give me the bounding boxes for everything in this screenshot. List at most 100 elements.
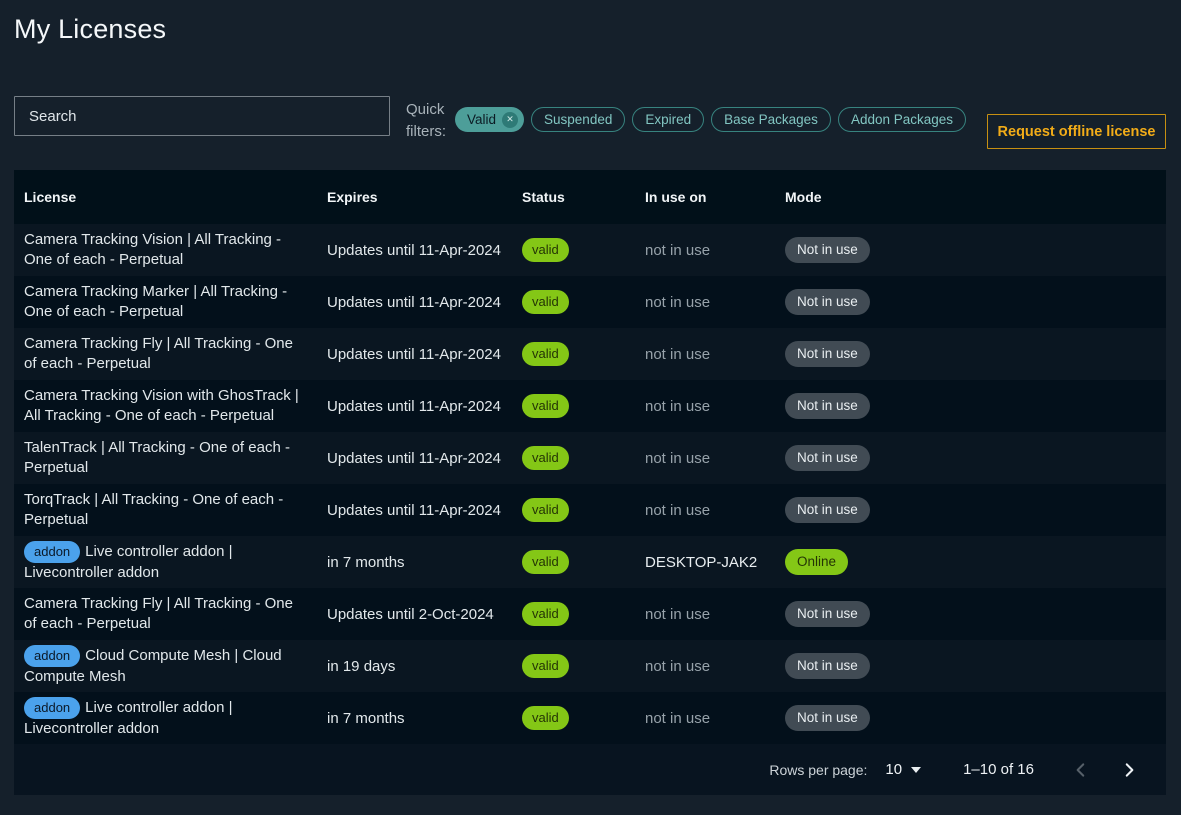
mode-pill[interactable]: Not in use [785,497,870,524]
filter-chip-suspended[interactable]: Suspended [531,107,625,132]
license-cell: Camera Tracking Fly | All Tracking - One… [24,334,327,374]
table-row[interactable]: Camera Tracking Fly | All Tracking - One… [14,588,1166,640]
remove-filter-icon[interactable]: ✕ [502,112,518,128]
mode-cell: Not in use [785,445,1166,472]
filter-chip-valid[interactable]: Valid ✕ [455,107,524,132]
table-header: LicenseExpiresStatusIn use onMode [14,170,1166,224]
search-input[interactable] [14,96,390,136]
status-cell: valid [522,706,645,730]
expires-cell: Updates until 11-Apr-2024 [327,398,522,415]
license-name: Camera Tracking Vision | All Tracking - … [24,231,281,268]
mode-cell: Not in use [785,497,1166,524]
mode-pill[interactable]: Not in use [785,393,870,420]
in-use-on-cell: not in use [645,450,785,467]
my-licenses-page: My Licenses Quick filters: Valid✕Suspend… [0,0,1181,815]
expires-cell: in 19 days [327,658,522,675]
request-offline-license-button[interactable]: Request offline license [987,114,1166,149]
license-name: TalenTrack | All Tracking - One of each … [24,439,290,476]
expires-cell: Updates until 11-Apr-2024 [327,294,522,311]
license-cell: TorqTrack | All Tracking - One of each -… [24,490,327,530]
table-row[interactable]: Camera Tracking Vision | All Tracking - … [14,224,1166,276]
filter-chip-expired[interactable]: Expired [632,107,704,132]
rows-per-page-label: Rows per page: [769,762,867,778]
in-use-on-cell: not in use [645,294,785,311]
column-header-mode: Mode [785,189,1166,205]
status-badge: valid [522,290,569,314]
filter-chip-label: Valid [467,112,496,127]
mode-pill[interactable]: Not in use [785,705,870,732]
expires-cell: Updates until 11-Apr-2024 [327,502,522,519]
mode-cell: Not in use [785,289,1166,316]
mode-cell: Not in use [785,341,1166,368]
table-row[interactable]: Camera Tracking Fly | All Tracking - One… [14,328,1166,380]
column-header-expires: Expires [327,189,522,205]
in-use-on-cell: not in use [645,398,785,415]
license-cell: addonCloud Compute Mesh | Cloud Compute … [24,645,327,687]
filter-chip-addon-packages[interactable]: Addon Packages [838,107,966,132]
status-badge: valid [522,238,569,262]
mode-pill[interactable]: Online [785,549,848,576]
addon-badge: addon [24,541,80,563]
license-cell: Camera Tracking Vision with GhosTrack | … [24,386,327,426]
rows-per-page-value: 10 [885,761,902,778]
in-use-on-cell: not in use [645,606,785,623]
status-cell: valid [522,498,645,522]
rows-per-page-select[interactable]: 10 [885,761,921,778]
in-use-on-cell: DESKTOP-JAK2 [645,554,785,571]
chevron-left-icon [1072,761,1090,779]
caret-down-icon [911,767,921,773]
mode-pill[interactable]: Not in use [785,341,870,368]
license-name: Camera Tracking Fly | All Tracking - One… [24,595,293,632]
next-page-button[interactable] [1116,757,1142,783]
pagination-range: 1–10 of 16 [963,761,1034,778]
previous-page-button[interactable] [1068,757,1094,783]
mode-pill[interactable]: Not in use [785,445,870,472]
mode-cell: Not in use [785,393,1166,420]
status-badge: valid [522,654,569,678]
mode-pill[interactable]: Not in use [785,237,870,264]
status-badge: valid [522,602,569,626]
table-row[interactable]: addonLive controller addon | Livecontrol… [14,692,1166,744]
expires-cell: in 7 months [327,710,522,727]
expires-cell: Updates until 2-Oct-2024 [327,606,522,623]
table-row[interactable]: Camera Tracking Marker | All Tracking - … [14,276,1166,328]
expires-cell: in 7 months [327,554,522,571]
filter-chip-label: Expired [645,112,691,127]
table-row[interactable]: addonLive controller addon | Livecontrol… [14,536,1166,588]
mode-pill[interactable]: Not in use [785,653,870,680]
quick-filter-chips: Valid ✕ Suspended Expired Base Packages Addon… [455,107,966,132]
status-cell: valid [522,550,645,574]
filter-chip-label: Suspended [544,112,612,127]
licenses-table: LicenseExpiresStatusIn use onMode Camera… [14,170,1166,795]
column-header-license: License [24,189,327,205]
table-body: Camera Tracking Vision | All Tracking - … [14,224,1166,744]
mode-pill[interactable]: Not in use [785,289,870,316]
in-use-on-cell: not in use [645,658,785,675]
license-name: Camera Tracking Vision with GhosTrack | … [24,387,299,424]
status-cell: valid [522,342,645,366]
table-row[interactable]: addonCloud Compute Mesh | Cloud Compute … [14,640,1166,692]
expires-cell: Updates until 11-Apr-2024 [327,450,522,467]
status-cell: valid [522,238,645,262]
table-row[interactable]: TalenTrack | All Tracking - One of each … [14,432,1166,484]
mode-cell: Not in use [785,653,1166,680]
mode-cell: Not in use [785,237,1166,264]
table-row[interactable]: Camera Tracking Vision with GhosTrack | … [14,380,1166,432]
mode-cell: Not in use [785,601,1166,628]
status-cell: valid [522,394,645,418]
license-cell: addonLive controller addon | Livecontrol… [24,697,327,739]
filter-chip-label: Base Packages [724,112,818,127]
mode-pill[interactable]: Not in use [785,601,870,628]
status-cell: valid [522,654,645,678]
license-cell: addonLive controller addon | Livecontrol… [24,541,327,583]
chevron-right-icon [1120,761,1138,779]
table-row[interactable]: TorqTrack | All Tracking - One of each -… [14,484,1166,536]
status-cell: valid [522,446,645,470]
license-name: Camera Tracking Fly | All Tracking - One… [24,335,293,372]
status-cell: valid [522,602,645,626]
in-use-on-cell: not in use [645,242,785,259]
filter-chip-base-packages[interactable]: Base Packages [711,107,831,132]
in-use-on-cell: not in use [645,502,785,519]
pagination-bar: Rows per page: 10 1–10 of 16 [14,744,1166,795]
mode-cell: Online [785,549,1166,576]
